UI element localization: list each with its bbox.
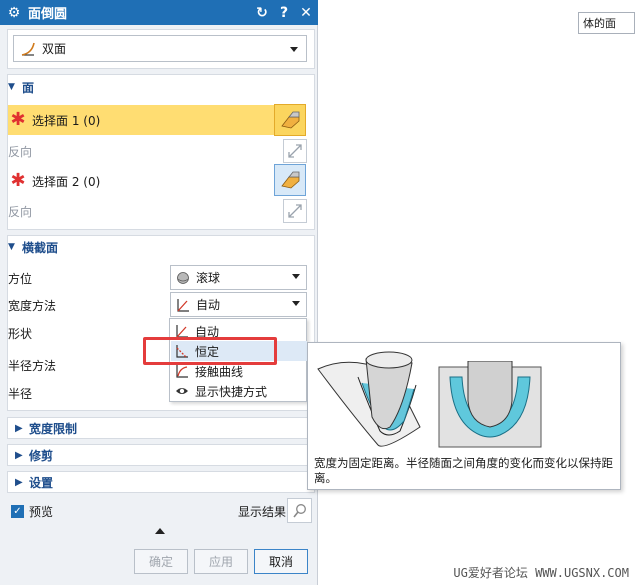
chevron-down-icon [292,301,300,306]
menu-item-show-shortcuts-label: 显示快捷方式 [195,384,268,399]
shape-row: 形状 [8,320,32,346]
cancel-button[interactable]: 取消 [254,549,308,574]
watermark-text: UG爱好者论坛 WWW.UGSNX.COM [453,566,629,580]
face-section-title: 面 [22,80,35,95]
reverse-2-button[interactable] [283,199,307,223]
width-auto-icon [176,325,188,338]
settings-title: 设置 [29,475,54,490]
trim-section-header[interactable]: ▶ 修剪 [7,444,315,466]
select-face-1-label: 选择面 1 (0) [32,113,101,128]
reverse-2-label: 反向 [8,204,33,219]
width-auto-icon [177,298,189,312]
fillet-perspective-illustration [317,351,421,447]
select-face-2-button[interactable] [274,164,306,196]
reset-icon[interactable]: ↻ [252,5,272,21]
face-blend-dialog: ⚙ 面倒圆 ↻ ? ✕ 双面 ▼ 面 ✱ 选择面 1 (0) 反向 ✱ 选择面 … [0,0,318,585]
face-section-header[interactable]: ▼ 面 [8,77,34,97]
show-result-button[interactable] [287,498,312,523]
close-icon[interactable]: ✕ [296,5,316,21]
width-method-value: 自动 [196,298,221,312]
radius-method-label: 半径方法 [8,358,57,373]
orientation-value: 滚球 [196,271,221,285]
collapse-arrow-icon: ▼ [8,242,15,252]
highlight-annotation [143,337,277,365]
radius-row: 半径 [8,380,32,406]
preview-checkbox-row[interactable]: ✓ 预览 [11,503,53,520]
menu-item-show-shortcuts[interactable]: 显示快捷方式 [171,381,307,401]
select-face-2-label: 选择面 2 (0) [32,174,101,189]
orientation-row: 方位 [8,265,32,291]
required-asterisk-icon: ✱ [10,170,26,191]
two-face-icon [21,42,35,56]
fillet-section-illustration [438,361,542,448]
trim-title: 修剪 [29,448,54,463]
expand-arrow-icon: ▶ [15,422,23,434]
face-section [7,74,315,230]
dialog-title: 面倒圆 [28,7,68,22]
shape-label: 形状 [8,326,33,341]
face-select-icon [281,171,300,189]
magnifier-icon [292,503,306,517]
width-limit-title: 宽度限制 [29,421,78,436]
contact-curve-icon [176,365,188,378]
preview-label: 预览 [29,505,54,519]
orientation-label: 方位 [8,271,33,286]
width-method-dropdown[interactable]: 自动 [170,292,307,317]
selection-filter-value: 体的面 [583,17,616,30]
expand-arrow-icon: ▶ [15,449,23,461]
collapse-options-icon[interactable] [155,528,165,534]
radius-label: 半径 [8,386,33,401]
gear-icon[interactable]: ⚙ [3,5,25,21]
width-method-label: 宽度方法 [8,298,57,313]
ok-button[interactable]: 确定 [134,549,188,574]
select-face-1-button[interactable] [274,104,306,136]
chevron-down-icon [290,47,298,52]
reverse-direction-icon [288,204,302,218]
reverse-1-row: 反向 [8,138,32,164]
face-select-icon [281,111,300,129]
width-method-row: 宽度方法 [8,292,56,318]
help-icon[interactable]: ? [274,5,294,21]
reverse-1-button[interactable] [283,139,307,163]
type-dropdown[interactable]: 双面 [13,35,307,62]
orientation-dropdown[interactable]: 滚球 [170,265,307,290]
expand-arrow-icon: ▶ [15,476,23,488]
selection-filter-dropdown[interactable]: 体的面 [578,12,635,34]
tooltip-text: 宽度为固定距离。半径随面之间角度的变化而变化以保持距离。 [314,456,613,485]
cross-section-header[interactable]: ▼ 横截面 [8,237,58,257]
reverse-2-row: 反向 [8,198,32,224]
select-face-1-row[interactable]: ✱ 选择面 1 (0) [8,105,306,135]
type-dropdown-value: 双面 [42,42,67,56]
settings-section-header[interactable]: ▶ 设置 [7,471,315,493]
rolling-ball-icon [177,271,189,284]
menu-item-contact-curve-label: 接触曲线 [195,364,244,379]
chevron-down-icon [292,274,300,279]
collapse-arrow-icon: ▼ [8,82,15,92]
reverse-direction-icon [288,144,302,158]
reverse-1-label: 反向 [8,144,33,159]
dialog-titlebar: ⚙ 面倒圆 ↻ ? ✕ [0,0,318,25]
required-asterisk-icon: ✱ [10,109,26,130]
cross-section-title: 横截面 [22,240,59,255]
show-result-label: 显示结果 [238,505,287,519]
eye-icon [176,388,188,394]
preview-checkbox[interactable]: ✓ [11,505,24,518]
radius-method-row: 半径方法 [8,352,56,378]
width-limit-section-header[interactable]: ▶ 宽度限制 [7,417,315,439]
option-tooltip: 宽度为固定距离。半径随面之间角度的变化而变化以保持距离。 [307,342,621,490]
select-face-2-row[interactable]: ✱ 选择面 2 (0) [8,166,306,196]
apply-button[interactable]: 应用 [194,549,248,574]
